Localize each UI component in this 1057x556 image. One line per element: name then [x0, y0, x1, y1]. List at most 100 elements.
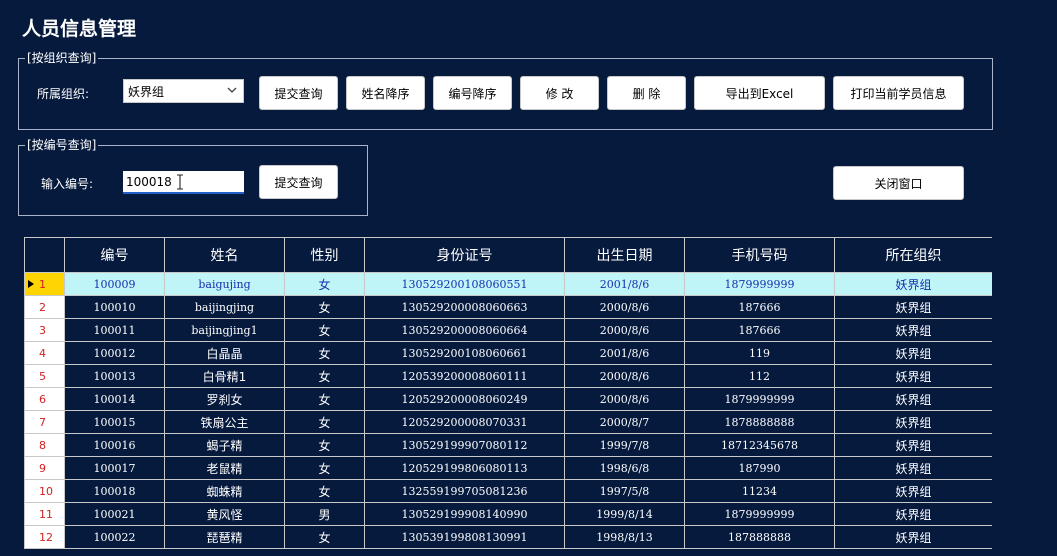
birth-cell[interactable]: 2000/8/6	[564, 295, 685, 319]
name-cell[interactable]: 琵琶精	[164, 525, 285, 549]
row-header[interactable]: 8	[24, 433, 65, 457]
data-grid[interactable]: 编号 姓名 性别 身份证号 出生日期 手机号码 所在组织 1 100009 baig…	[24, 237, 992, 549]
table-row[interactable]: 9 100017 老鼠精女 120529199806080113 1998/6/8 187…	[24, 456, 992, 480]
org-cell[interactable]: 妖界组	[834, 272, 992, 296]
id-cell[interactable]: 100021	[64, 502, 165, 526]
name-cell[interactable]: 铁扇公主	[164, 410, 285, 434]
id-cell[interactable]: 100018	[64, 479, 165, 503]
row-header[interactable]: 5	[24, 364, 65, 388]
id-cell[interactable]: 100022	[64, 525, 165, 549]
idcard-cell[interactable]: 130539199808130991	[364, 525, 565, 549]
phone-cell[interactable]: 1879999999	[684, 502, 835, 526]
idcard-cell[interactable]: 130529199908140990	[364, 502, 565, 526]
id-cell[interactable]: 100015	[64, 410, 165, 434]
phone-cell[interactable]: 187666	[684, 295, 835, 319]
gender-cell[interactable]: 女	[284, 387, 365, 411]
column-header[interactable]: 所在组织	[834, 237, 992, 273]
phone-cell[interactable]: 119	[684, 341, 835, 365]
column-header[interactable]: 性别	[284, 237, 365, 273]
org-cell[interactable]: 妖界组	[834, 433, 992, 457]
column-header[interactable]: 身份证号	[364, 237, 565, 273]
idcard-cell[interactable]: 130529200108060551	[364, 272, 565, 296]
birth-cell[interactable]: 2001/8/6	[564, 341, 685, 365]
phone-cell[interactable]: 1879999999	[684, 272, 835, 296]
idcard-cell[interactable]: 120529200008070331	[364, 410, 565, 434]
org-cell[interactable]: 妖界组	[834, 479, 992, 503]
org-cell[interactable]: 妖界组	[834, 387, 992, 411]
phone-cell[interactable]: 1879999999	[684, 387, 835, 411]
table-row[interactable]: 3 100011 baijingjing1 女 130529200008060664 20…	[24, 318, 992, 342]
column-header[interactable]: 编号	[64, 237, 165, 273]
sort-id-desc-button[interactable]: 编号降序	[433, 76, 512, 110]
gender-cell[interactable]: 女	[284, 410, 365, 434]
name-cell[interactable]: 黄风怪	[164, 502, 285, 526]
name-cell[interactable]: 白晶晶	[164, 341, 285, 365]
gender-cell[interactable]: 女	[284, 272, 365, 296]
table-row[interactable]: 5 100013 白骨精1 女 120539200008060111 2000/8/6 11…	[24, 364, 992, 388]
org-cell[interactable]: 妖界组	[834, 456, 992, 480]
idcard-cell[interactable]: 130529200008060664	[364, 318, 565, 342]
row-header[interactable]: 12	[24, 525, 65, 549]
gender-cell[interactable]: 女	[284, 433, 365, 457]
name-cell[interactable]: 蝎子精	[164, 433, 285, 457]
birth-cell[interactable]: 1999/8/14	[564, 502, 685, 526]
export-excel-button[interactable]: 导出到Excel	[694, 76, 825, 110]
column-header[interactable]: 手机号码	[684, 237, 835, 273]
table-row[interactable]: 8 100016 蝎子精女 130529199907080112 1999/7/8 187…	[24, 433, 992, 457]
print-button[interactable]: 打印当前学员信息	[833, 76, 964, 110]
table-row[interactable]: 6 100014 罗刹女女 120529200008060249 2000/8/6 187…	[24, 387, 992, 411]
birth-cell[interactable]: 2000/8/6	[564, 387, 685, 411]
birth-cell[interactable]: 1997/5/8	[564, 479, 685, 503]
sort-name-desc-button[interactable]: 姓名降序	[346, 76, 425, 110]
id-cell[interactable]: 100012	[64, 341, 165, 365]
name-cell[interactable]: 蜘蛛精	[164, 479, 285, 503]
column-header[interactable]: 出生日期	[564, 237, 685, 273]
org-cell[interactable]: 妖界组	[834, 364, 992, 388]
table-row[interactable]: 10 100018 蜘蛛精女 132559199705081236 1997/5/8 11…	[24, 479, 992, 503]
close-window-button[interactable]: 关闭窗口	[833, 166, 964, 200]
row-header[interactable]: 1	[24, 272, 65, 296]
phone-cell[interactable]: 112	[684, 364, 835, 388]
birth-cell[interactable]: 1999/7/8	[564, 433, 685, 457]
idcard-cell[interactable]: 130529200008060663	[364, 295, 565, 319]
id-cell[interactable]: 100011	[64, 318, 165, 342]
id-cell[interactable]: 100017	[64, 456, 165, 480]
phone-cell[interactable]: 187888888	[684, 525, 835, 549]
id-cell[interactable]: 100016	[64, 433, 165, 457]
row-header[interactable]: 7	[24, 410, 65, 434]
table-row[interactable]: 7 100015 铁扇公主女 120529200008070331 2000/8/7 18…	[24, 410, 992, 434]
idcard-cell[interactable]: 132559199705081236	[364, 479, 565, 503]
row-header[interactable]: 6	[24, 387, 65, 411]
name-cell[interactable]: 罗刹女	[164, 387, 285, 411]
org-select[interactable]: 妖界组	[123, 79, 244, 103]
gender-cell[interactable]: 女	[284, 525, 365, 549]
id-cell[interactable]: 100014	[64, 387, 165, 411]
org-cell[interactable]: 妖界组	[834, 502, 992, 526]
birth-cell[interactable]: 2000/8/6	[564, 318, 685, 342]
table-row[interactable]: 2 100010 baijingjing 女 130529200008060663 200…	[24, 295, 992, 319]
table-row[interactable]: 11 100021 黄风怪男 130529199908140990 1999/8/14 1…	[24, 502, 992, 526]
gender-cell[interactable]: 男	[284, 502, 365, 526]
org-cell[interactable]: 妖界组	[834, 318, 992, 342]
birth-cell[interactable]: 1998/8/13	[564, 525, 685, 549]
birth-cell[interactable]: 2000/8/6	[564, 364, 685, 388]
name-cell[interactable]: baigujing	[164, 272, 285, 296]
gender-cell[interactable]: 女	[284, 364, 365, 388]
id-cell[interactable]: 100010	[64, 295, 165, 319]
phone-cell[interactable]: 187666	[684, 318, 835, 342]
id-input[interactable]: 100018	[123, 171, 244, 194]
org-cell[interactable]: 妖界组	[834, 525, 992, 549]
gender-cell[interactable]: 女	[284, 456, 365, 480]
table-row[interactable]: 4 100012 白晶晶女 130529200108060661 2001/8/6 119…	[24, 341, 992, 365]
row-header[interactable]: 3	[24, 318, 65, 342]
phone-cell[interactable]: 11234	[684, 479, 835, 503]
id-submit-button[interactable]: 提交查询	[259, 165, 338, 199]
gender-cell[interactable]: 女	[284, 318, 365, 342]
row-header[interactable]: 4	[24, 341, 65, 365]
row-header[interactable]: 2	[24, 295, 65, 319]
table-row[interactable]: 12 100022 琵琶精女 130539199808130991 1998/8/13 1…	[24, 525, 992, 549]
org-submit-button[interactable]: 提交查询	[259, 76, 338, 110]
org-cell[interactable]: 妖界组	[834, 410, 992, 434]
idcard-cell[interactable]: 130529200108060661	[364, 341, 565, 365]
birth-cell[interactable]: 2001/8/6	[564, 272, 685, 296]
